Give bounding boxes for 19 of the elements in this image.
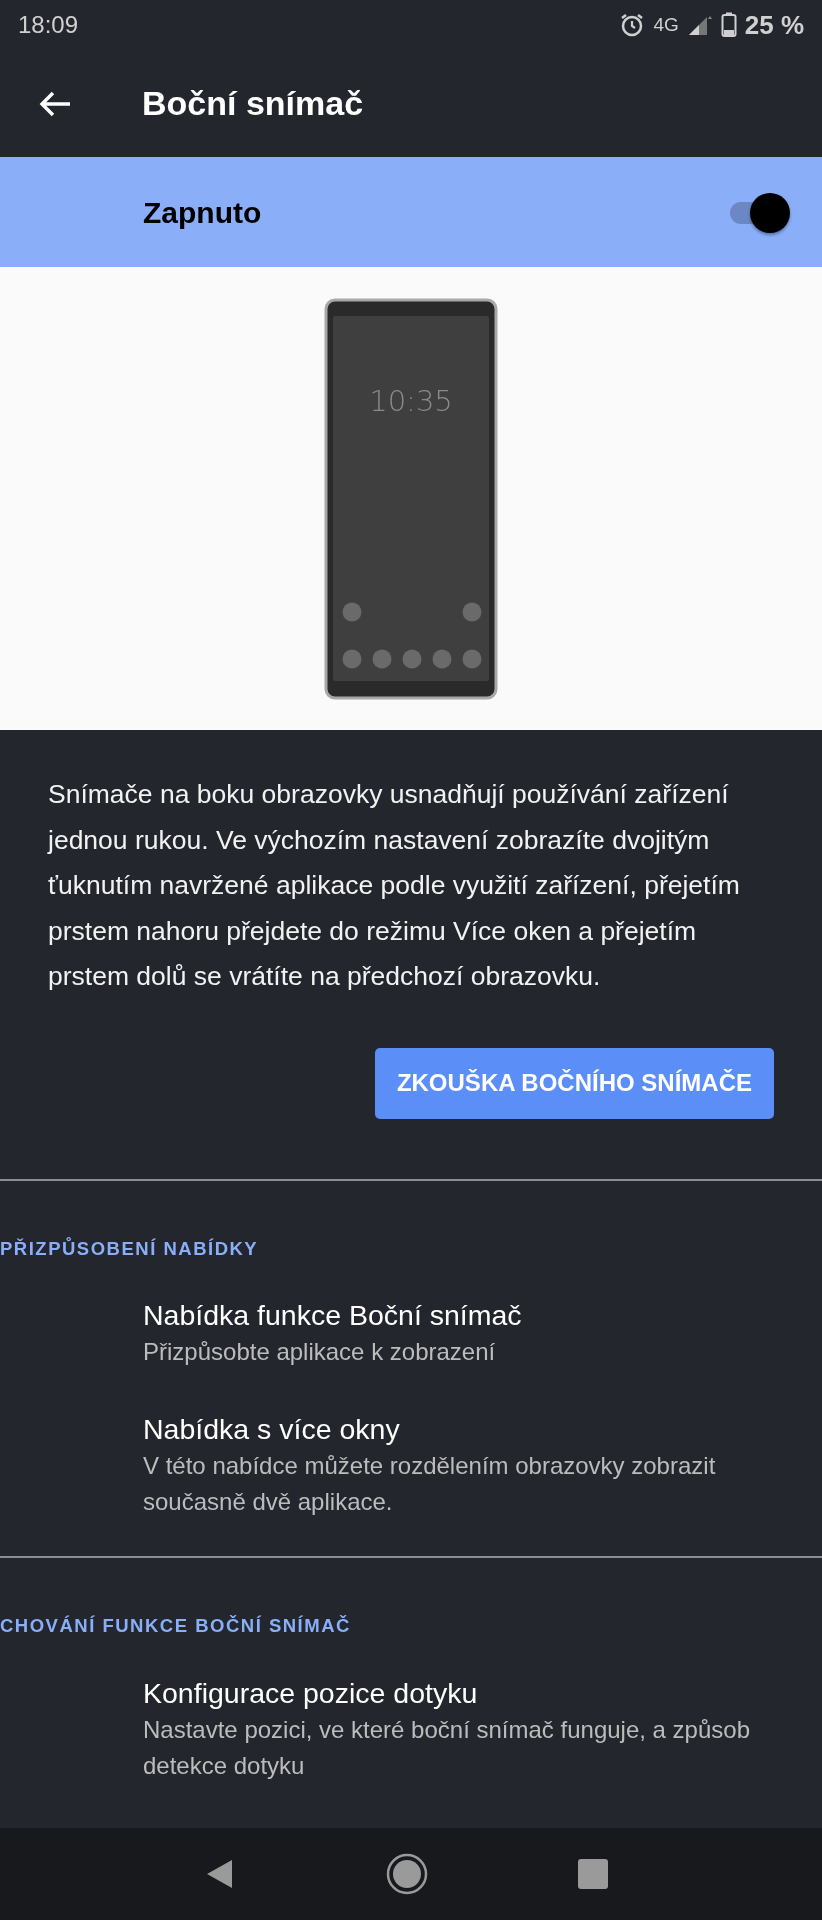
screen-title: Boční snímač [142, 83, 364, 124]
recents-icon[interactable] [577, 1859, 608, 1889]
description-text: Snímače na boku obrazovky usnadňují používání zařízení jednou rukou. Ve výchozím nastavení zobrazíte dvojitým ťuknutím navržené aplikace podle využití zařízení, přejetím prstem nahoru přejdete do režimu Více oken a přejetím prstem dolů se vrátíte na předchozí obrazovku. [46, 778, 741, 993]
status-time: 18:09 [18, 10, 79, 40]
phone-illustration: 10:35 [324, 297, 498, 700]
switch-label: Zapnuto [143, 194, 262, 231]
setting-summary: Nastavte pozici, ve které boční snímač funguje, a způsob detekce dotyku [143, 1715, 751, 1781]
network-type: 4G [653, 12, 679, 37]
battery-percent: 25 % [744, 8, 804, 42]
section-header: CHOVÁNÍ FUNKCE BOČNÍ SNÍMAČ [0, 1614, 352, 1639]
setting-title[interactable]: Nabídka s více okny [143, 1410, 782, 1449]
setting-title[interactable]: Konfigurace pozice dotyku [143, 1674, 782, 1712]
home-icon[interactable] [385, 1852, 429, 1896]
setting-summary: Přizpůsobte aplikace k zobrazení [143, 1337, 497, 1368]
setting-summary: V této nabídce můžete rozdělením obrazovky zobrazit současně dvě aplikace. [143, 1451, 717, 1518]
section-header: PŘIZPŮSOBENÍ NABÍDKY [0, 1236, 260, 1261]
back-icon[interactable] [38, 89, 72, 118]
setting-title[interactable]: Nabídka funkce Boční snímač [143, 1296, 782, 1335]
battery-icon [720, 12, 737, 38]
